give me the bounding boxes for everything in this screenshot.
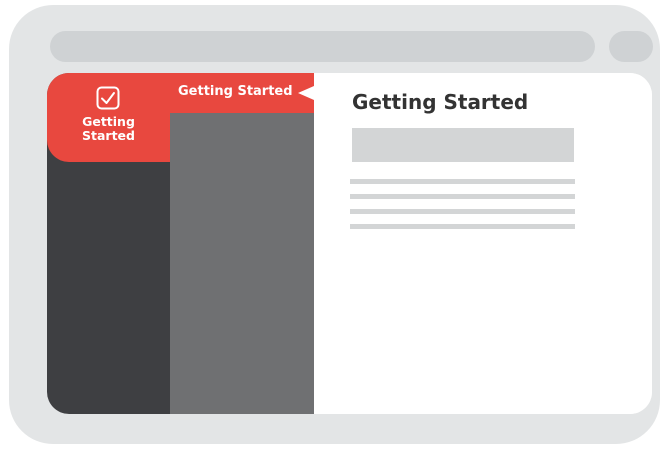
page-title: Getting Started: [352, 90, 529, 114]
image-placeholder: [352, 128, 574, 162]
secondary-sidebar: Getting Started: [170, 73, 314, 414]
address-bar[interactable]: [50, 31, 595, 62]
active-pointer-icon: [298, 86, 314, 100]
text-placeholder-line: [350, 179, 575, 184]
text-placeholder-line: [350, 224, 575, 229]
stage: Getting Started Getting Started Getting …: [0, 0, 669, 449]
sidebar-item-label: Getting Started: [82, 114, 135, 143]
main-content: Getting Started: [314, 73, 652, 414]
text-placeholder-line: [350, 209, 575, 214]
browser-frame: Getting Started Getting Started Getting …: [9, 5, 660, 444]
text-placeholder-line: [350, 194, 575, 199]
subnav-item-label: Getting Started: [178, 84, 293, 99]
sidebar-item-getting-started[interactable]: Getting Started: [47, 73, 170, 162]
browser-viewport: Getting Started Getting Started Getting …: [47, 73, 652, 414]
primary-sidebar: Getting Started: [47, 73, 170, 414]
subnav-item-getting-started[interactable]: Getting Started: [170, 73, 314, 113]
browser-menu-button[interactable]: [609, 31, 653, 62]
